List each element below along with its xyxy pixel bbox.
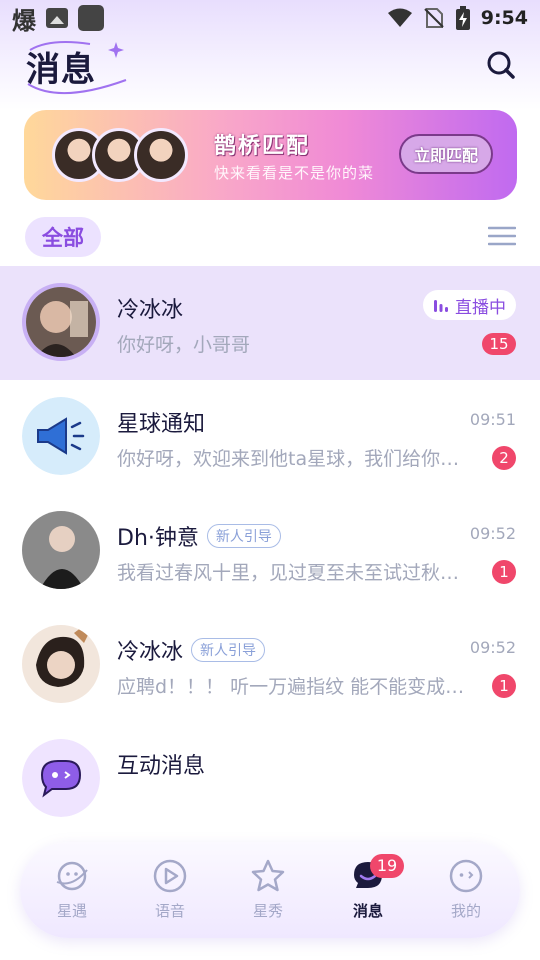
chat-row[interactable]: 冷冰冰 新人引导 应聘d！！！ 听一万遍指纹 能不能变成你的专属 09:52 1 [0, 608, 540, 722]
play-circle-icon [153, 859, 187, 893]
unread-badge: 1 [492, 674, 516, 698]
chat-row[interactable]: 互动消息 [0, 722, 540, 836]
title-wrap: 消息 [26, 41, 127, 95]
bottom-nav: 星遇 语音 星秀 消息 19 我的 [20, 842, 520, 938]
profile-face-icon [449, 859, 483, 893]
page-header: 消息 [0, 36, 540, 100]
nav-label: 语音 [154, 902, 185, 920]
clock-time: 9:54 [480, 7, 528, 29]
unread-badge: 2 [492, 446, 516, 470]
chat-preview: 你好呀，小哥哥 [117, 334, 251, 356]
battery-charging-icon [455, 6, 470, 30]
nav-label: 我的 [450, 902, 481, 920]
wifi-icon [387, 8, 412, 27]
avatar-photo-icon [26, 287, 96, 357]
unread-badge: 1 [492, 560, 516, 584]
page-title: 消息 [26, 50, 96, 90]
chat-time: 09:52 [469, 638, 516, 657]
nav-item-voice[interactable]: 语音 [130, 858, 210, 928]
chat-name: 冷冰冰 [117, 298, 184, 323]
image-notification-icon [46, 8, 68, 28]
chat-preview: 应聘d！！！ 听一万遍指纹 能不能变成你的专属 [117, 676, 477, 698]
search-icon[interactable] [484, 48, 518, 82]
avatar[interactable] [22, 511, 100, 589]
chat-time: 09:51 [469, 410, 516, 429]
chat-list: 冷冰冰 你好呀，小哥哥 直播中 15 星球通知 你好呀，欢迎来到他ta星球，我们… [0, 266, 540, 836]
chat-preview: 你好呀，欢迎来到他ta星球，我们给你准备了新人礼包 [117, 448, 477, 470]
live-bars-icon [434, 300, 448, 312]
newbie-guide-tag: 新人引导 [191, 638, 266, 662]
live-label: 直播中 [455, 297, 506, 318]
banner-title: 鹊桥匹配 [214, 134, 311, 159]
newbie-guide-tag: 新人引导 [206, 524, 281, 548]
avatar[interactable] [22, 739, 100, 817]
planet-face-icon [56, 861, 88, 891]
nav-label: 星遇 [56, 902, 87, 920]
chat-name: 冷冰冰 [117, 640, 184, 665]
avatar-photo-icon [22, 511, 100, 589]
unread-badge: 15 [482, 333, 516, 355]
banner-avatar [134, 128, 188, 182]
nav-item-show[interactable]: 星秀 [228, 858, 308, 928]
match-banner[interactable]: 鹊桥匹配 快来看看是不是你的菜 立即匹配 [24, 110, 517, 200]
avatar[interactable] [22, 283, 100, 361]
nav-item-xingyu[interactable]: 星遇 [32, 858, 112, 928]
banner-subtitle: 快来看看是不是你的菜 [214, 164, 375, 182]
avatar[interactable] [22, 625, 100, 703]
app-notification-icon: 爆 [12, 6, 36, 35]
menu-icon[interactable] [488, 225, 516, 247]
avatar[interactable] [22, 397, 100, 475]
live-badge[interactable]: 直播中 [423, 290, 516, 320]
chat-name: 星球通知 [117, 412, 206, 437]
chat-row[interactable]: Dh·钟意 新人引导 我看过春风十里，见过夏至未至试过秋风萧瑟 09:52 1 [0, 494, 540, 608]
chat-preview: 我看过春风十里，见过夏至未至试过秋风萧瑟 [117, 562, 477, 584]
chat-row[interactable]: 星球通知 你好呀，欢迎来到他ta星球，我们给你准备了新人礼包 09:51 2 [0, 380, 540, 494]
nav-item-messages[interactable]: 消息 19 [328, 854, 408, 928]
nav-label: 星秀 [252, 902, 283, 920]
chat-name: 互动消息 [117, 754, 206, 779]
chat-name: Dh·钟意 [117, 526, 199, 551]
star-icon [251, 859, 285, 892]
status-bar: 爆 9:54 [0, 0, 540, 36]
app-square-icon [78, 5, 104, 31]
match-now-button[interactable]: 立即匹配 [399, 134, 493, 174]
filter-all-chip[interactable]: 全部 [25, 217, 101, 257]
avatar-photo-icon [22, 625, 100, 703]
chat-row[interactable]: 冷冰冰 你好呀，小哥哥 直播中 15 [0, 266, 540, 380]
nav-item-mine[interactable]: 我的 [426, 858, 506, 928]
chat-time: 09:52 [469, 524, 516, 543]
megaphone-icon [22, 397, 100, 475]
interaction-bubble-icon [22, 739, 100, 817]
nav-label: 消息 [352, 902, 383, 920]
banner-avatar-group [52, 128, 202, 184]
messages-unread-badge: 19 [370, 854, 404, 878]
no-sim-icon [424, 8, 444, 28]
